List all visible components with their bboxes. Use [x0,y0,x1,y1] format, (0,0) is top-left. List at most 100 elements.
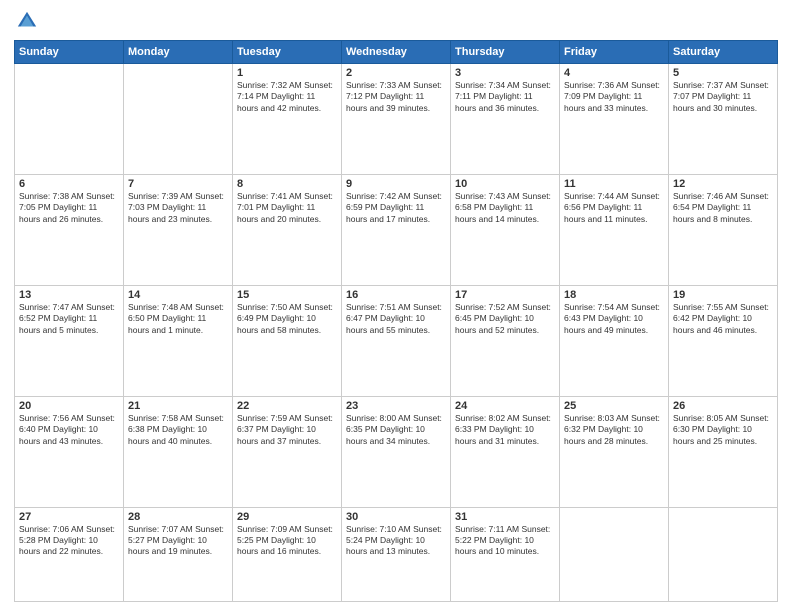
table-row: 22Sunrise: 7:59 AM Sunset: 6:37 PM Dayli… [233,396,342,507]
header-wednesday: Wednesday [342,41,451,64]
table-row [669,507,778,602]
table-row [15,64,124,175]
table-row: 24Sunrise: 8:02 AM Sunset: 6:33 PM Dayli… [451,396,560,507]
day-number: 24 [455,400,555,412]
calendar-week-row: 1Sunrise: 7:32 AM Sunset: 7:14 PM Daylig… [15,64,778,175]
day-number: 1 [237,67,337,79]
table-row [124,64,233,175]
header-friday: Friday [560,41,669,64]
calendar-week-row: 20Sunrise: 7:56 AM Sunset: 6:40 PM Dayli… [15,396,778,507]
table-row: 23Sunrise: 8:00 AM Sunset: 6:35 PM Dayli… [342,396,451,507]
day-info: Sunrise: 7:36 AM Sunset: 7:09 PM Dayligh… [564,80,664,114]
header-monday: Monday [124,41,233,64]
table-row: 14Sunrise: 7:48 AM Sunset: 6:50 PM Dayli… [124,285,233,396]
day-info: Sunrise: 7:07 AM Sunset: 5:27 PM Dayligh… [128,524,228,558]
table-row: 8Sunrise: 7:41 AM Sunset: 7:01 PM Daylig… [233,174,342,285]
day-info: Sunrise: 7:55 AM Sunset: 6:42 PM Dayligh… [673,302,773,336]
day-number: 12 [673,178,773,190]
header [14,10,778,32]
day-number: 8 [237,178,337,190]
day-info: Sunrise: 8:02 AM Sunset: 6:33 PM Dayligh… [455,413,555,447]
day-info: Sunrise: 7:33 AM Sunset: 7:12 PM Dayligh… [346,80,446,114]
day-info: Sunrise: 7:48 AM Sunset: 6:50 PM Dayligh… [128,302,228,336]
day-number: 27 [19,511,119,523]
calendar-week-row: 27Sunrise: 7:06 AM Sunset: 5:28 PM Dayli… [15,507,778,602]
table-row: 29Sunrise: 7:09 AM Sunset: 5:25 PM Dayli… [233,507,342,602]
day-number: 14 [128,289,228,301]
day-info: Sunrise: 7:50 AM Sunset: 6:49 PM Dayligh… [237,302,337,336]
day-info: Sunrise: 7:09 AM Sunset: 5:25 PM Dayligh… [237,524,337,558]
day-number: 25 [564,400,664,412]
day-info: Sunrise: 7:41 AM Sunset: 7:01 PM Dayligh… [237,191,337,225]
day-info: Sunrise: 7:59 AM Sunset: 6:37 PM Dayligh… [237,413,337,447]
table-row: 5Sunrise: 7:37 AM Sunset: 7:07 PM Daylig… [669,64,778,175]
day-number: 4 [564,67,664,79]
day-info: Sunrise: 7:32 AM Sunset: 7:14 PM Dayligh… [237,80,337,114]
day-info: Sunrise: 7:34 AM Sunset: 7:11 PM Dayligh… [455,80,555,114]
day-number: 31 [455,511,555,523]
page: Sunday Monday Tuesday Wednesday Thursday… [0,0,792,612]
day-info: Sunrise: 7:38 AM Sunset: 7:05 PM Dayligh… [19,191,119,225]
table-row: 13Sunrise: 7:47 AM Sunset: 6:52 PM Dayli… [15,285,124,396]
day-info: Sunrise: 7:37 AM Sunset: 7:07 PM Dayligh… [673,80,773,114]
day-number: 21 [128,400,228,412]
table-row: 16Sunrise: 7:51 AM Sunset: 6:47 PM Dayli… [342,285,451,396]
day-number: 18 [564,289,664,301]
day-info: Sunrise: 7:11 AM Sunset: 5:22 PM Dayligh… [455,524,555,558]
day-info: Sunrise: 7:42 AM Sunset: 6:59 PM Dayligh… [346,191,446,225]
calendar-header-row: Sunday Monday Tuesday Wednesday Thursday… [15,41,778,64]
day-number: 26 [673,400,773,412]
day-number: 22 [237,400,337,412]
day-number: 13 [19,289,119,301]
day-number: 2 [346,67,446,79]
table-row: 28Sunrise: 7:07 AM Sunset: 5:27 PM Dayli… [124,507,233,602]
day-number: 10 [455,178,555,190]
day-info: Sunrise: 7:44 AM Sunset: 6:56 PM Dayligh… [564,191,664,225]
table-row: 26Sunrise: 8:05 AM Sunset: 6:30 PM Dayli… [669,396,778,507]
day-number: 15 [237,289,337,301]
day-number: 17 [455,289,555,301]
day-info: Sunrise: 7:56 AM Sunset: 6:40 PM Dayligh… [19,413,119,447]
day-info: Sunrise: 7:46 AM Sunset: 6:54 PM Dayligh… [673,191,773,225]
day-number: 19 [673,289,773,301]
day-info: Sunrise: 8:00 AM Sunset: 6:35 PM Dayligh… [346,413,446,447]
table-row: 19Sunrise: 7:55 AM Sunset: 6:42 PM Dayli… [669,285,778,396]
calendar-week-row: 6Sunrise: 7:38 AM Sunset: 7:05 PM Daylig… [15,174,778,285]
table-row: 27Sunrise: 7:06 AM Sunset: 5:28 PM Dayli… [15,507,124,602]
day-info: Sunrise: 7:43 AM Sunset: 6:58 PM Dayligh… [455,191,555,225]
day-info: Sunrise: 7:54 AM Sunset: 6:43 PM Dayligh… [564,302,664,336]
day-number: 3 [455,67,555,79]
day-number: 5 [673,67,773,79]
header-thursday: Thursday [451,41,560,64]
day-info: Sunrise: 7:51 AM Sunset: 6:47 PM Dayligh… [346,302,446,336]
calendar-table: Sunday Monday Tuesday Wednesday Thursday… [14,40,778,602]
table-row: 31Sunrise: 7:11 AM Sunset: 5:22 PM Dayli… [451,507,560,602]
logo [14,10,38,32]
table-row: 18Sunrise: 7:54 AM Sunset: 6:43 PM Dayli… [560,285,669,396]
table-row: 11Sunrise: 7:44 AM Sunset: 6:56 PM Dayli… [560,174,669,285]
table-row: 20Sunrise: 7:56 AM Sunset: 6:40 PM Dayli… [15,396,124,507]
day-info: Sunrise: 8:03 AM Sunset: 6:32 PM Dayligh… [564,413,664,447]
day-info: Sunrise: 7:39 AM Sunset: 7:03 PM Dayligh… [128,191,228,225]
table-row: 3Sunrise: 7:34 AM Sunset: 7:11 PM Daylig… [451,64,560,175]
day-number: 9 [346,178,446,190]
day-number: 20 [19,400,119,412]
day-number: 6 [19,178,119,190]
logo-icon [16,10,38,32]
table-row: 1Sunrise: 7:32 AM Sunset: 7:14 PM Daylig… [233,64,342,175]
day-number: 11 [564,178,664,190]
table-row: 10Sunrise: 7:43 AM Sunset: 6:58 PM Dayli… [451,174,560,285]
table-row: 7Sunrise: 7:39 AM Sunset: 7:03 PM Daylig… [124,174,233,285]
header-sunday: Sunday [15,41,124,64]
table-row: 17Sunrise: 7:52 AM Sunset: 6:45 PM Dayli… [451,285,560,396]
calendar-week-row: 13Sunrise: 7:47 AM Sunset: 6:52 PM Dayli… [15,285,778,396]
day-number: 30 [346,511,446,523]
day-number: 7 [128,178,228,190]
table-row: 12Sunrise: 7:46 AM Sunset: 6:54 PM Dayli… [669,174,778,285]
header-tuesday: Tuesday [233,41,342,64]
table-row: 2Sunrise: 7:33 AM Sunset: 7:12 PM Daylig… [342,64,451,175]
table-row: 4Sunrise: 7:36 AM Sunset: 7:09 PM Daylig… [560,64,669,175]
table-row: 30Sunrise: 7:10 AM Sunset: 5:24 PM Dayli… [342,507,451,602]
header-saturday: Saturday [669,41,778,64]
day-info: Sunrise: 7:06 AM Sunset: 5:28 PM Dayligh… [19,524,119,558]
